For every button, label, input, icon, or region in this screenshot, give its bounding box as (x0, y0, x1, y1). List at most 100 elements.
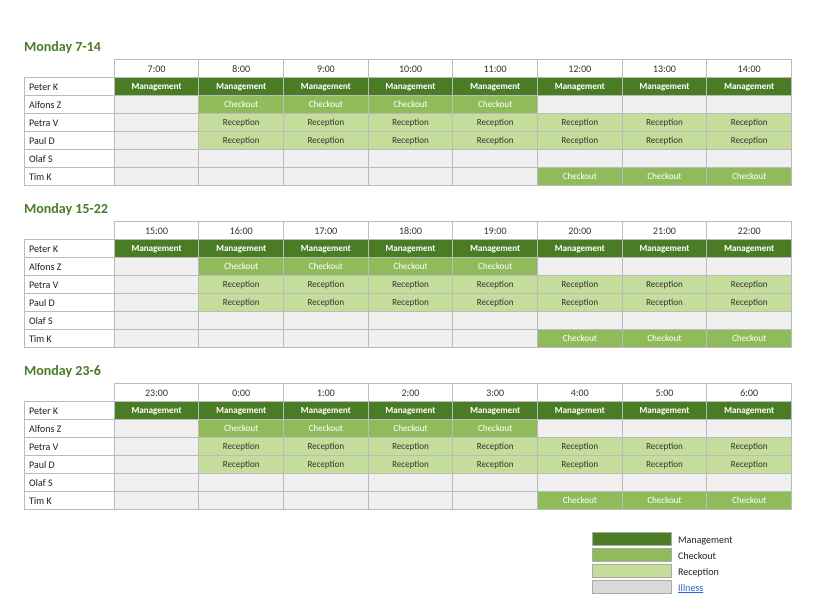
cell-1-4: Checkout (453, 96, 538, 114)
cell-2-2: Reception (283, 438, 368, 456)
legend-item-checkout: Checkout (592, 548, 792, 562)
section-title-1: Monday 15-22 (24, 200, 792, 217)
cell-5-0 (114, 330, 199, 348)
time-header-5: 4:00 (537, 384, 622, 402)
cell-4-3 (368, 312, 453, 330)
cell-1-2: Checkout (283, 258, 368, 276)
cell-1-5 (537, 96, 622, 114)
cell-0-1: Management (199, 78, 284, 96)
legend-label-illness: Illness (678, 581, 703, 594)
cell-1-4: Checkout (453, 258, 538, 276)
cell-1-7 (707, 258, 792, 276)
cell-1-2: Checkout (283, 96, 368, 114)
time-header-5: 12:00 (537, 60, 622, 78)
cell-2-2: Reception (283, 276, 368, 294)
table-row: Tim KCheckoutCheckoutCheckout (25, 330, 792, 348)
cell-4-6 (622, 474, 707, 492)
cell-5-7: Checkout (707, 168, 792, 186)
cell-4-6 (622, 150, 707, 168)
cell-5-6: Checkout (622, 330, 707, 348)
cell-3-7: Reception (707, 132, 792, 150)
cell-4-7 (707, 474, 792, 492)
employee-name: Alfons Z (25, 420, 115, 438)
cell-2-3: Reception (368, 438, 453, 456)
name-col-header (25, 222, 115, 240)
cell-1-0 (114, 420, 199, 438)
table-row: Petra VReceptionReceptionReceptionRecept… (25, 438, 792, 456)
table-row: Olaf S (25, 312, 792, 330)
cell-0-5: Management (537, 240, 622, 258)
legend-box-management (592, 532, 672, 546)
cell-1-7 (707, 96, 792, 114)
cell-3-2: Reception (283, 456, 368, 474)
table-row: Peter KManagementManagementManagementMan… (25, 402, 792, 420)
cell-0-7: Management (707, 78, 792, 96)
cell-1-2: Checkout (283, 420, 368, 438)
cell-1-6 (622, 258, 707, 276)
cell-5-3 (368, 492, 453, 510)
employee-name: Peter K (25, 402, 115, 420)
legend-label-management: Management (678, 533, 732, 546)
cell-2-6: Reception (622, 438, 707, 456)
schedule-table-2: 23:000:001:002:003:004:005:006:00Peter K… (24, 383, 792, 510)
cell-5-6: Checkout (622, 492, 707, 510)
cell-0-2: Management (283, 78, 368, 96)
cell-0-1: Management (199, 240, 284, 258)
cell-1-1: Checkout (199, 96, 284, 114)
legend-box-checkout (592, 548, 672, 562)
cell-3-2: Reception (283, 132, 368, 150)
cell-4-3 (368, 150, 453, 168)
cell-1-1: Checkout (199, 258, 284, 276)
cell-0-6: Management (622, 78, 707, 96)
cell-2-3: Reception (368, 276, 453, 294)
employee-name: Tim K (25, 168, 115, 186)
cell-3-0 (114, 456, 199, 474)
cell-2-7: Reception (707, 438, 792, 456)
employee-name: Alfons Z (25, 258, 115, 276)
cell-1-5 (537, 258, 622, 276)
cell-1-5 (537, 420, 622, 438)
time-header-2: 9:00 (283, 60, 368, 78)
page-container: Monday 7-147:008:009:0010:0011:0012:0013… (24, 20, 792, 594)
schedule-table-1: 15:0016:0017:0018:0019:0020:0021:0022:00… (24, 221, 792, 348)
cell-2-4: Reception (453, 438, 538, 456)
time-header-3: 10:00 (368, 60, 453, 78)
cell-4-0 (114, 150, 199, 168)
section-title-0: Monday 7-14 (24, 38, 792, 55)
cell-4-4 (453, 312, 538, 330)
cell-4-6 (622, 312, 707, 330)
employee-name: Tim K (25, 330, 115, 348)
cell-3-0 (114, 132, 199, 150)
time-header-4: 3:00 (453, 384, 538, 402)
cell-5-0 (114, 492, 199, 510)
tables-wrapper: Monday 7-147:008:009:0010:0011:0012:0013… (24, 38, 792, 510)
cell-1-3: Checkout (368, 420, 453, 438)
cell-4-4 (453, 474, 538, 492)
cell-2-7: Reception (707, 276, 792, 294)
cell-4-1 (199, 312, 284, 330)
cell-0-5: Management (537, 78, 622, 96)
table-row: Paul DReceptionReceptionReceptionRecepti… (25, 132, 792, 150)
time-header-3: 2:00 (368, 384, 453, 402)
cell-5-2 (283, 330, 368, 348)
cell-0-3: Management (368, 402, 453, 420)
header (24, 20, 792, 24)
time-header-7: 14:00 (707, 60, 792, 78)
cell-0-4: Management (453, 78, 538, 96)
cell-4-5 (537, 150, 622, 168)
cell-3-0 (114, 294, 199, 312)
cell-0-3: Management (368, 78, 453, 96)
cell-4-1 (199, 150, 284, 168)
name-col-header (25, 60, 115, 78)
cell-4-5 (537, 312, 622, 330)
cell-0-0: Management (114, 78, 199, 96)
time-header-5: 20:00 (537, 222, 622, 240)
cell-2-7: Reception (707, 114, 792, 132)
employee-name: Alfons Z (25, 96, 115, 114)
employee-name: Peter K (25, 240, 115, 258)
cell-2-0 (114, 114, 199, 132)
time-header-6: 5:00 (622, 384, 707, 402)
cell-4-0 (114, 474, 199, 492)
cell-1-6 (622, 96, 707, 114)
cell-5-4 (453, 492, 538, 510)
